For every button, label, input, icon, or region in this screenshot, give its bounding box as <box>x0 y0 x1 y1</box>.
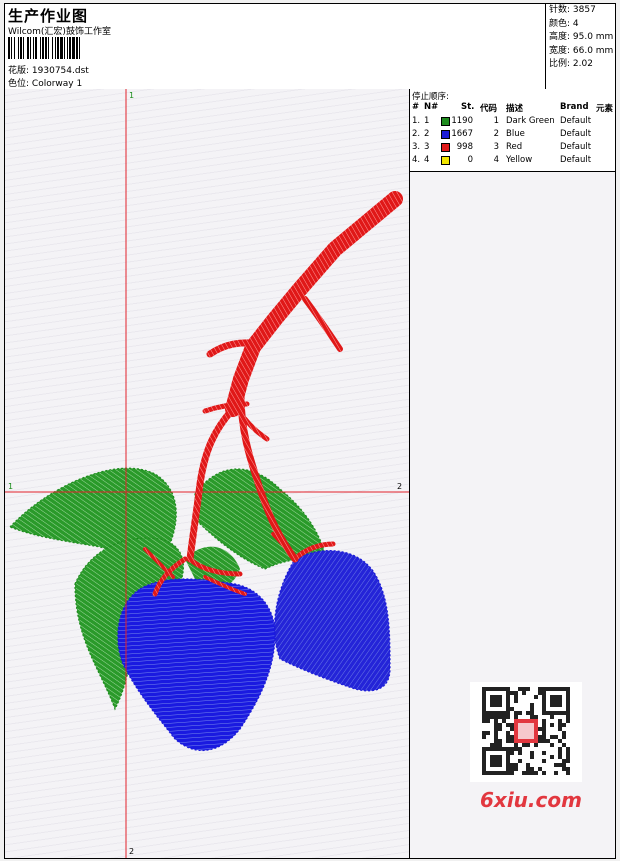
table-row: 1. 1 1190 1 Dark Green Default <box>410 116 615 129</box>
row-needle: 1 <box>424 116 430 126</box>
design-file: 花版: 1930754.dst <box>8 63 89 76</box>
row-needle: 3 <box>424 142 430 152</box>
row-code: 1 <box>493 116 499 126</box>
stat-colors: 颜色: 4 <box>549 18 579 29</box>
row-stitches: 998 <box>456 142 473 152</box>
stat-height: 高度: 95.0 mm <box>549 32 614 42</box>
table-row: 3. 3 998 3 Red Default <box>410 142 615 155</box>
col-stitches: St. <box>461 102 475 112</box>
row-stitches: 0 <box>467 155 473 165</box>
guide-label-h-right: 2 <box>397 482 403 491</box>
row-index: 2. <box>412 129 421 139</box>
stat-ratio: 比例: 2.02 <box>549 59 593 69</box>
row-stitches: 1190 <box>451 116 473 126</box>
colorway-value: Colorway 1 <box>31 79 83 89</box>
col-needle: N# <box>424 102 439 112</box>
color-swatch <box>441 143 450 152</box>
guide-label-v-bottom: 2 <box>129 847 135 856</box>
table-row: 4. 4 0 4 Yellow Default <box>410 155 615 168</box>
row-description: Red <box>506 142 523 152</box>
strawberry-left <box>117 578 276 752</box>
embroidery-preview: 1 2 1 2 <box>5 89 410 858</box>
row-code: 4 <box>493 155 499 165</box>
col-description: 描述 <box>506 104 524 114</box>
row-brand: Default <box>560 142 592 152</box>
col-index: # <box>412 102 420 112</box>
embroidery-artwork <box>5 89 409 858</box>
design-label: 花版: <box>8 66 30 76</box>
table-row: 2. 2 1667 2 Blue Default <box>410 129 615 142</box>
row-description: Dark Green <box>506 116 555 126</box>
row-needle: 2 <box>424 129 430 139</box>
col-brand: Brand <box>560 102 589 112</box>
sheet-header: 生产作业图 Wilcom(汇宏)鼓饰工作室 花版: 1930754.dst 色位… <box>5 4 615 90</box>
color-swatch <box>441 156 450 165</box>
row-brand: Default <box>560 129 592 139</box>
row-needle: 4 <box>424 155 430 165</box>
design-stats: 针数: 3857 颜色: 4 高度: 95.0 mm 宽度: 66.0 mm 比… <box>545 4 615 89</box>
studio-name: Wilcom(汇宏)鼓饰工作室 <box>8 27 111 37</box>
sheet-title: 生产作业图 <box>8 7 89 25</box>
row-description: Yellow <box>506 155 533 165</box>
stop-sequence-title: 停止顺序: <box>412 92 449 102</box>
row-brand: Default <box>560 116 592 126</box>
row-index: 3. <box>412 142 421 152</box>
row-code: 3 <box>493 142 499 152</box>
qr-code-graphic <box>482 687 570 775</box>
row-index: 4. <box>412 155 421 165</box>
watermark-logo: 6xiu.com <box>480 788 582 812</box>
stop-sequence-table: 停止顺序: # N# St. 代码 描述 Brand 元素 1. 1 1190 1 Da… <box>410 89 615 172</box>
table-header: # N# St. 代码 描述 Brand 元素 <box>410 102 615 115</box>
colorway-label: 色位: <box>8 79 30 89</box>
row-code: 2 <box>493 129 499 139</box>
row-stitches: 1667 <box>451 129 473 139</box>
barcode <box>8 37 143 59</box>
row-index: 1. <box>412 116 421 126</box>
qr-code <box>470 682 582 782</box>
stat-width: 宽度: 66.0 mm <box>549 45 614 56</box>
design-value: 1930754.dst <box>31 66 89 76</box>
guide-label-v-top: 1 <box>129 91 135 100</box>
row-description: Blue <box>506 129 525 139</box>
color-swatch <box>441 117 450 126</box>
guide-label-h-left: 1 <box>8 482 14 491</box>
stat-stitches: 针数: 3857 <box>549 5 596 15</box>
row-brand: Default <box>560 155 592 165</box>
col-element: 元素 <box>596 104 614 114</box>
strawberry-right <box>273 550 391 692</box>
col-code: 代码 <box>480 104 498 114</box>
colorway: 色位: Colorway 1 <box>8 76 82 89</box>
color-swatch <box>441 130 450 139</box>
